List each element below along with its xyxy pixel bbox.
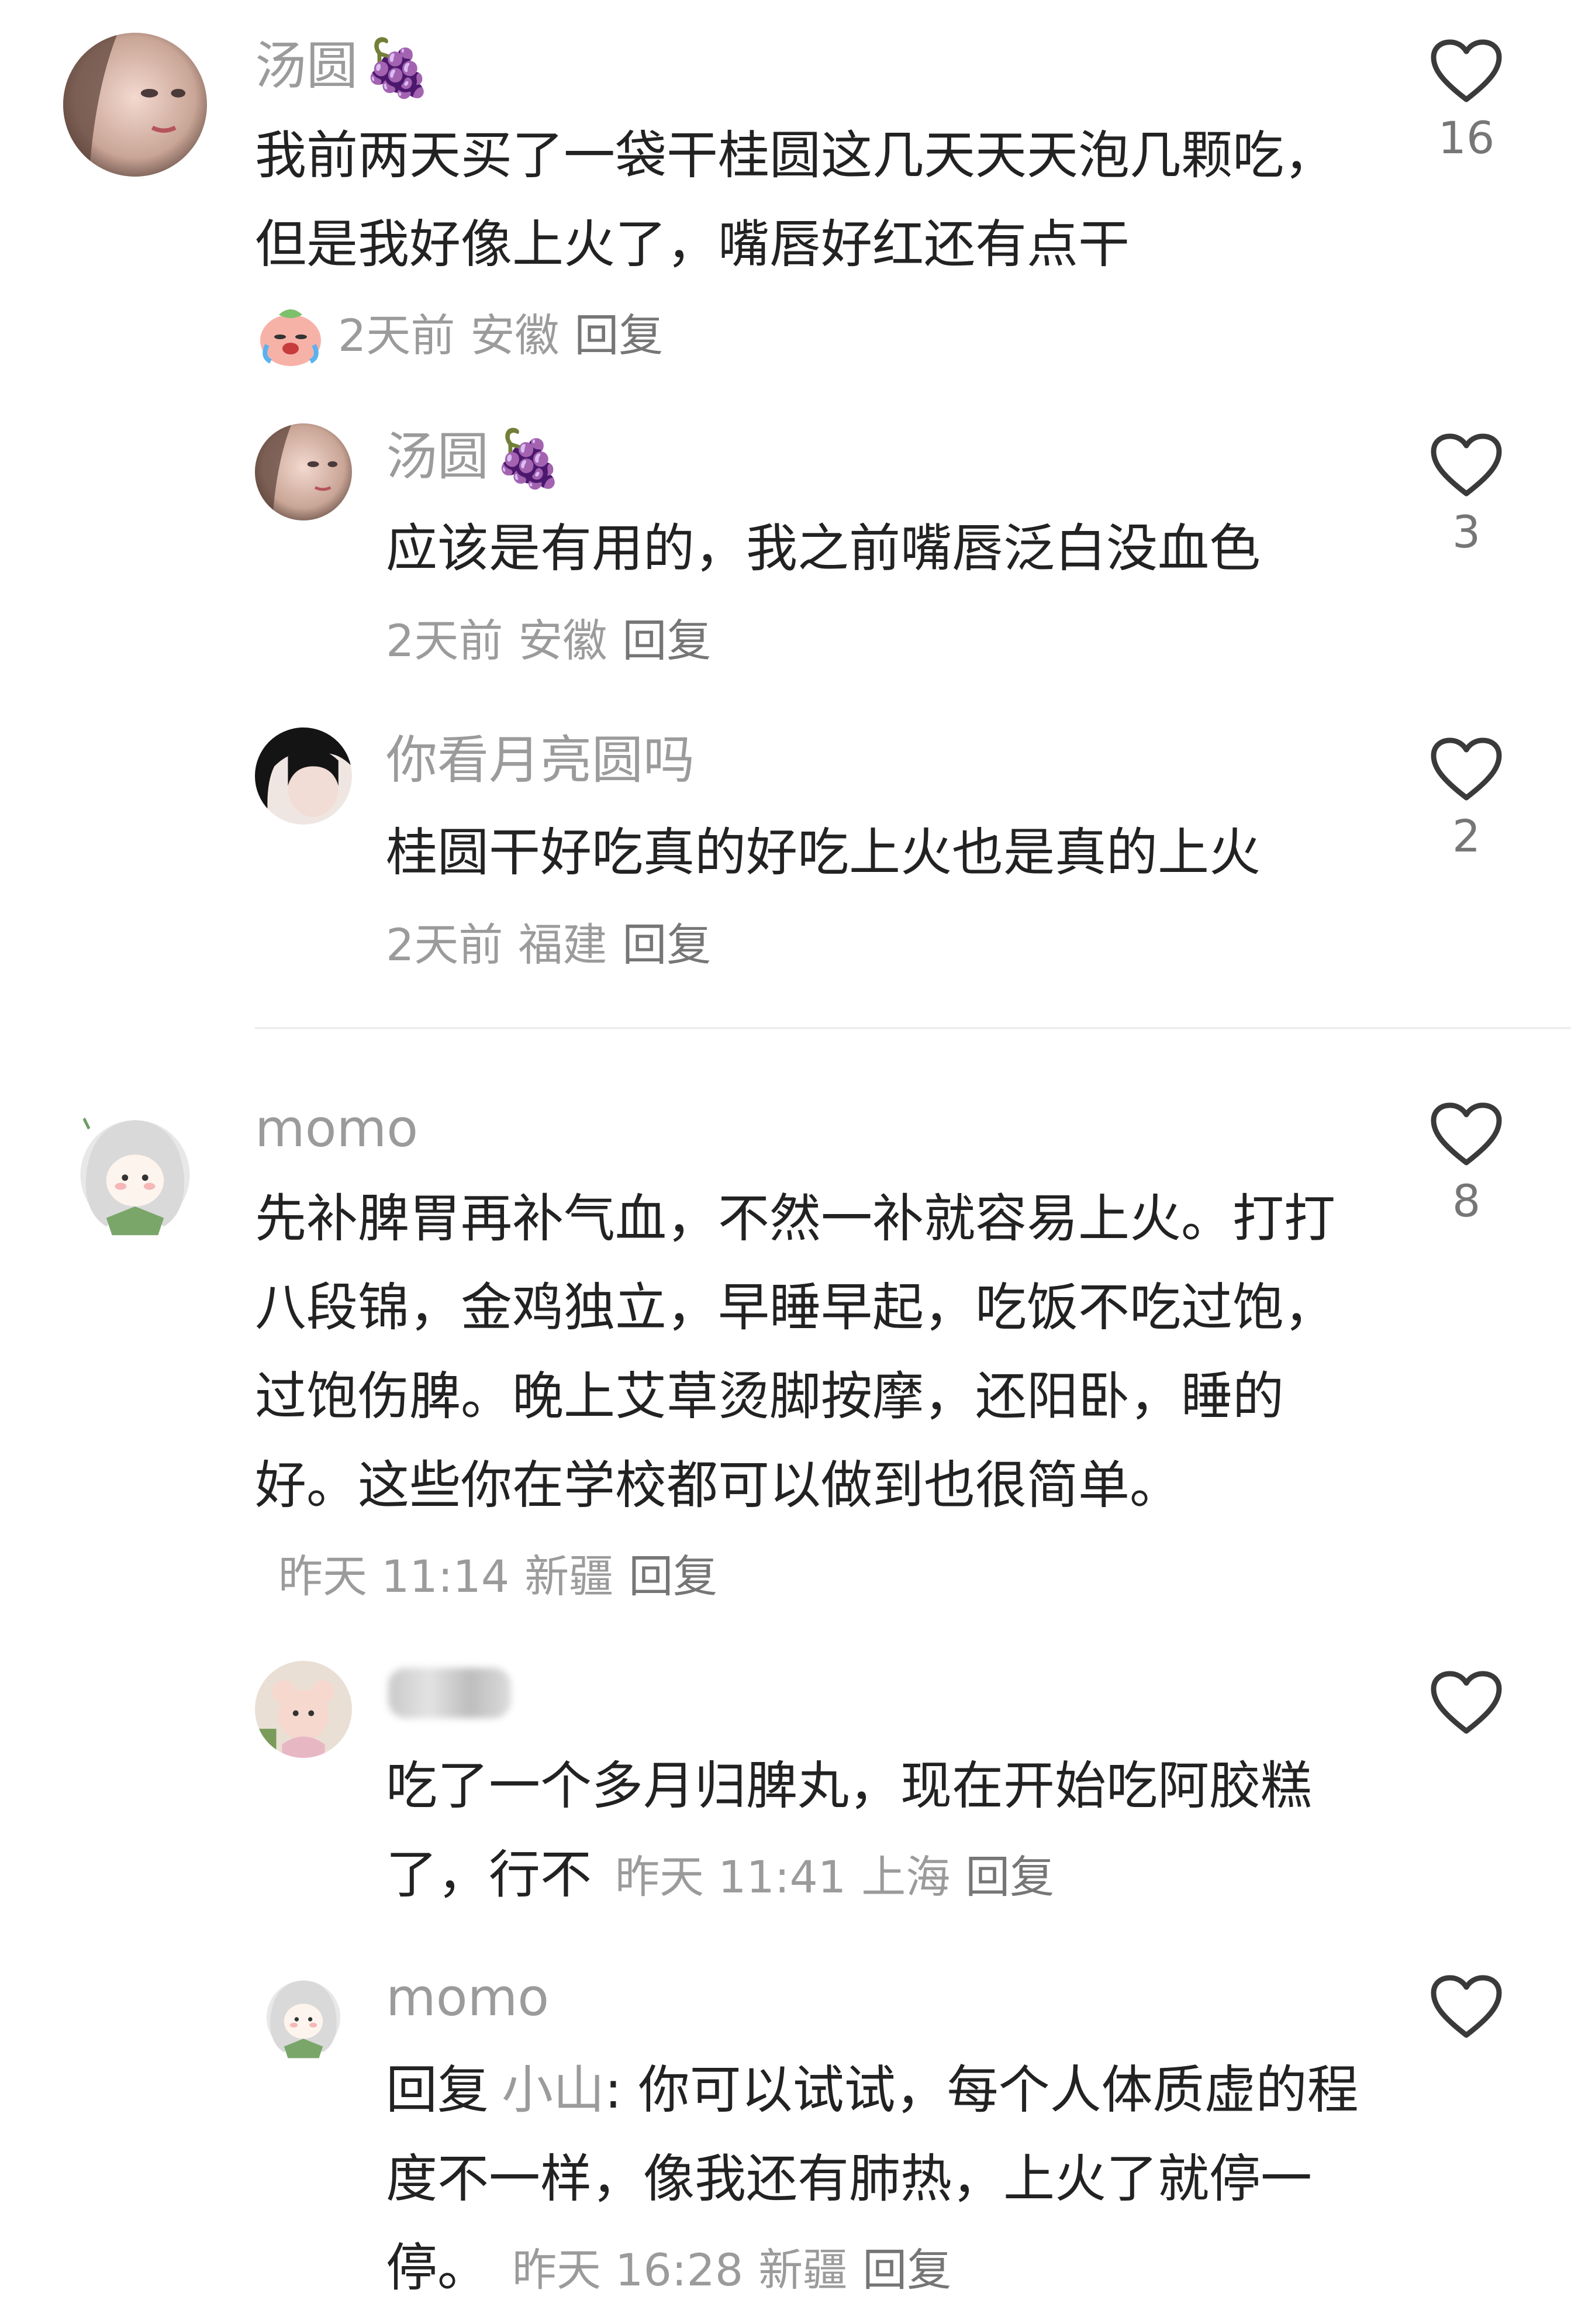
comment-time: 2天前: [338, 309, 455, 361]
reply-button[interactable]: 回复: [965, 1851, 1054, 1903]
heart-outline-icon: [1431, 737, 1502, 801]
mention-link[interactable]: 小山: [502, 2060, 605, 2120]
avatar[interactable]: [255, 727, 352, 825]
like-button[interactable]: 3: [1420, 433, 1513, 554]
reply-location: 安徽: [518, 615, 607, 667]
avatar[interactable]: [255, 1661, 352, 1758]
heart-outline-icon: [1431, 433, 1502, 496]
reply-meta: 2天前 安徽 回复: [386, 619, 711, 663]
reply-button[interactable]: 回复: [574, 309, 663, 361]
reply-location: 福建: [518, 919, 607, 971]
like-count: 8: [1452, 1175, 1481, 1227]
reply-button[interactable]: 回复: [622, 615, 711, 667]
reply-time: 2天前: [386, 615, 503, 667]
comment-time: 昨天 11:14: [278, 1550, 510, 1602]
comment-body: 先补脾胃再补气血，不然一补就容易上火。打打八段锦，金鸡独立，早睡早起，吃饭不吃过…: [255, 1188, 1336, 1515]
like-count: 2: [1452, 810, 1481, 862]
reply-username[interactable]: 汤圆🍇: [386, 430, 564, 487]
reply-time: 2天前: [386, 919, 503, 971]
comment-text: 我前两天买了一袋干桂圆这几天天天泡几颗吃，但是我好像上火了，嘴唇好红还有点干: [255, 125, 1336, 274]
heart-outline-icon: [1431, 1975, 1502, 2038]
reply-button[interactable]: 回复: [629, 1550, 717, 1602]
reply-meta: 2天前 福建 回复: [386, 923, 711, 967]
comment-meta: 2天前 安徽 回复: [255, 304, 663, 368]
avatar[interactable]: [255, 1965, 352, 2062]
reply-location: 上海: [861, 1851, 951, 1903]
like-button[interactable]: [1420, 1670, 1513, 1736]
avatar[interactable]: [63, 1097, 207, 1241]
comment-username[interactable]: 汤圆🍇: [255, 40, 433, 96]
comment-divider: [255, 1027, 1571, 1029]
like-button[interactable]: 8: [1420, 1102, 1513, 1223]
heart-outline-icon: [1431, 1671, 1502, 1734]
like-button[interactable]: 2: [1420, 737, 1513, 858]
like-button[interactable]: 16: [1420, 39, 1513, 160]
comment-location: 新疆: [524, 1550, 614, 1602]
like-button[interactable]: [1420, 1974, 1513, 2040]
reply-time: 昨天 11:41: [615, 1851, 847, 1903]
comment-text: 先补脾胃再补气血，不然一补就容易上火。打打八段锦，金鸡独立，早睡早起，吃饭不吃过…: [255, 1174, 1354, 1621]
heart-outline-icon: [1431, 1102, 1502, 1166]
like-count: 16: [1438, 112, 1495, 164]
reply-username[interactable]: momo: [386, 1972, 549, 2023]
reply-prefix: 回复: [386, 2060, 489, 2120]
avatar[interactable]: [63, 33, 207, 177]
grape-emoji: 🍇: [362, 35, 433, 101]
reply-time: 昨天 16:28: [512, 2244, 744, 2296]
reply-button[interactable]: 回复: [862, 2244, 951, 2296]
comment-location: 安徽: [470, 309, 560, 361]
reply-location: 新疆: [758, 2244, 848, 2296]
crying-peach-emoji: [260, 309, 321, 366]
reply-text: 应该是有用的，我之前嘴唇泛白没血色: [386, 518, 1261, 578]
avatar[interactable]: [255, 423, 352, 520]
like-count: 3: [1452, 506, 1481, 558]
grape-emoji: 🍇: [493, 426, 564, 491]
reply-text: 桂圆干好吃真的好吃上火也是真的上火: [386, 822, 1261, 882]
reply-button[interactable]: 回复: [622, 919, 711, 971]
heart-outline-icon: [1431, 39, 1502, 102]
reply-text: 吃了一个多月归脾丸，现在开始吃阿胶糕了，行不 昨天 11:41 上海 回复: [386, 1742, 1368, 1922]
reply-text: 回复 小山: 你可以试试，每个人体质虚的程度不一样，像我还有肺热，上火了就停一停。…: [386, 2046, 1368, 2315]
reply-username[interactable]: 你看月亮圆吗: [386, 735, 695, 786]
blurred-username[interactable]: [388, 1668, 511, 1718]
comment-username[interactable]: momo: [255, 1103, 418, 1154]
